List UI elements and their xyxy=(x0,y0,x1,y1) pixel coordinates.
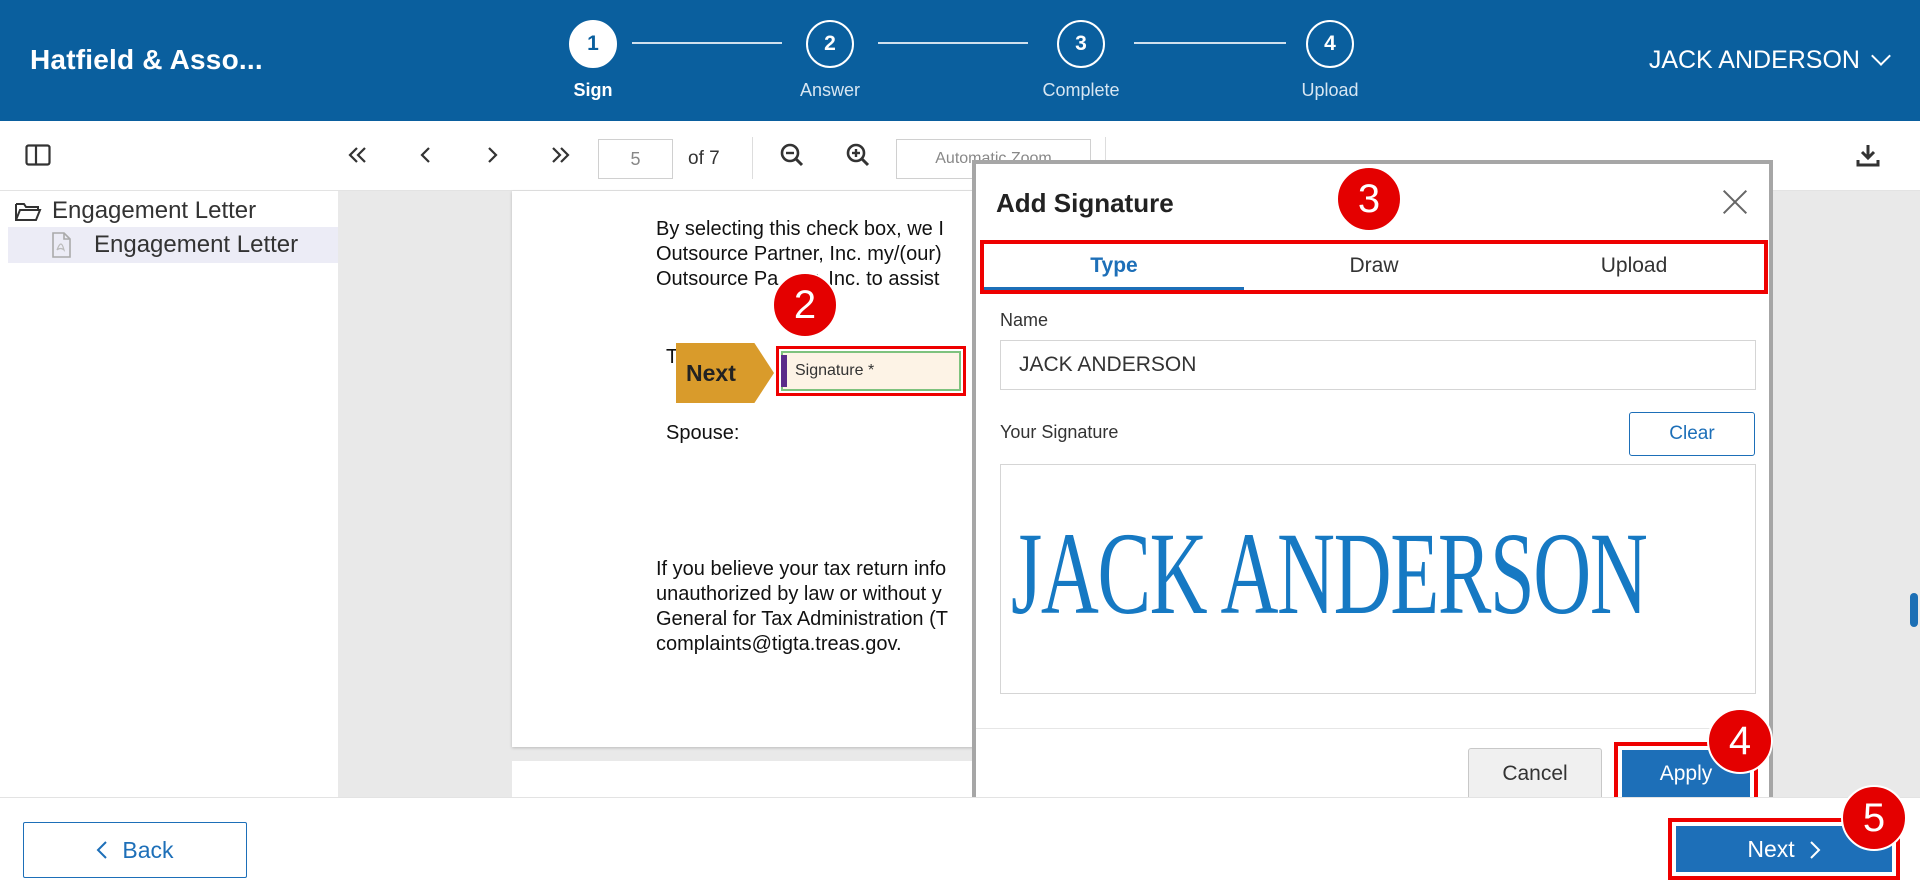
step-number: 1 xyxy=(569,20,617,68)
step-number: 3 xyxy=(1057,20,1105,68)
tab-draw[interactable]: Draw xyxy=(1244,244,1504,290)
first-page-icon[interactable] xyxy=(342,135,374,175)
scrollbar-thumb[interactable] xyxy=(1910,593,1918,627)
next-field-flag[interactable]: Next xyxy=(676,343,774,403)
tree-item-engagement-letter[interactable]: Engagement Letter xyxy=(8,227,338,263)
callout-badge: 5 xyxy=(1841,785,1907,851)
signature-preview: JACK ANDERSON xyxy=(1000,464,1756,694)
app-window: Hatfield & Asso... 1 Sign 2 Answer 3 Com… xyxy=(0,0,1920,893)
tab-upload[interactable]: Upload xyxy=(1504,244,1764,290)
brand-name: Hatfield & Asso... xyxy=(30,44,263,75)
back-label: Back xyxy=(122,837,174,863)
field-marker xyxy=(781,355,787,387)
spouse-label: Spouse: xyxy=(666,422,740,444)
chevron-down-icon xyxy=(1871,46,1891,66)
page-count: of 7 xyxy=(688,148,720,169)
step-upload[interactable]: 4 Upload xyxy=(1260,20,1400,101)
name-input[interactable]: JACK ANDERSON xyxy=(1000,340,1756,390)
close-icon[interactable] xyxy=(1721,188,1749,216)
download-icon[interactable] xyxy=(1850,135,1886,175)
dialog-title: Add Signature xyxy=(996,188,1174,218)
document-sidebar: Engagement Letter Engagement Letter xyxy=(0,191,338,797)
step-complete[interactable]: 3 Complete xyxy=(1011,20,1151,101)
tree-folder[interactable]: Engagement Letter xyxy=(14,197,256,225)
signature-field[interactable]: Signature * xyxy=(781,351,961,391)
step-number: 2 xyxy=(806,20,854,68)
signature-preview-text: JACK ANDERSON xyxy=(1011,508,1648,639)
callout-badge: 4 xyxy=(1707,708,1773,774)
signature-tabs: Type Draw Upload xyxy=(980,240,1768,294)
tab-type[interactable]: Type xyxy=(984,244,1244,290)
tree-folder-label: Engagement Letter xyxy=(52,197,257,224)
step-label: Answer xyxy=(799,80,861,100)
next-page-icon[interactable] xyxy=(476,135,508,175)
callout-badge: 3 xyxy=(1336,166,1402,232)
callout-badge: 2 xyxy=(772,272,838,338)
sidebar-toggle-icon[interactable] xyxy=(20,135,56,175)
step-number: 4 xyxy=(1306,20,1354,68)
step-connector xyxy=(878,42,1028,44)
your-signature-label: Your Signature xyxy=(1000,422,1119,442)
tree-item-label: Engagement Letter xyxy=(94,231,299,258)
signature-field-highlight[interactable]: Signature * xyxy=(776,346,966,396)
prev-page-icon[interactable] xyxy=(410,135,442,175)
document-paragraph: If you believe your tax return info unau… xyxy=(656,558,948,655)
dialog-divider xyxy=(976,728,1769,729)
cancel-button[interactable]: Cancel xyxy=(1468,748,1602,800)
step-label: Upload xyxy=(1301,80,1359,100)
clear-button[interactable]: Clear xyxy=(1629,412,1755,456)
user-name: JACK ANDERSON xyxy=(1648,46,1860,74)
zoom-out-icon[interactable] xyxy=(774,135,810,175)
user-menu[interactable]: JACK ANDERSON xyxy=(1648,46,1891,75)
chevron-left-icon xyxy=(97,841,108,859)
add-signature-dialog: Add Signature Type Draw Upload Name JACK… xyxy=(972,160,1773,812)
step-label: Complete xyxy=(1042,80,1120,100)
name-label: Name xyxy=(1000,310,1049,330)
next-label: Next xyxy=(1747,836,1795,862)
bottom-bar: Back Next xyxy=(0,797,1920,893)
page-number-input[interactable]: 5 xyxy=(598,139,673,179)
header-bar: Hatfield & Asso... 1 Sign 2 Answer 3 Com… xyxy=(0,0,1920,121)
zoom-in-icon[interactable] xyxy=(840,135,876,175)
signature-field-label: Signature * xyxy=(795,362,875,379)
step-answer[interactable]: 2 Answer xyxy=(760,20,900,101)
chevron-right-icon xyxy=(1809,841,1821,859)
back-button[interactable]: Back xyxy=(23,822,247,878)
folder-open-icon xyxy=(15,203,42,221)
toolbar-divider xyxy=(752,137,753,179)
pdf-file-icon xyxy=(52,232,71,258)
last-page-icon[interactable] xyxy=(544,135,576,175)
step-sign[interactable]: 1 Sign xyxy=(523,20,663,101)
step-label: Sign xyxy=(573,80,613,100)
